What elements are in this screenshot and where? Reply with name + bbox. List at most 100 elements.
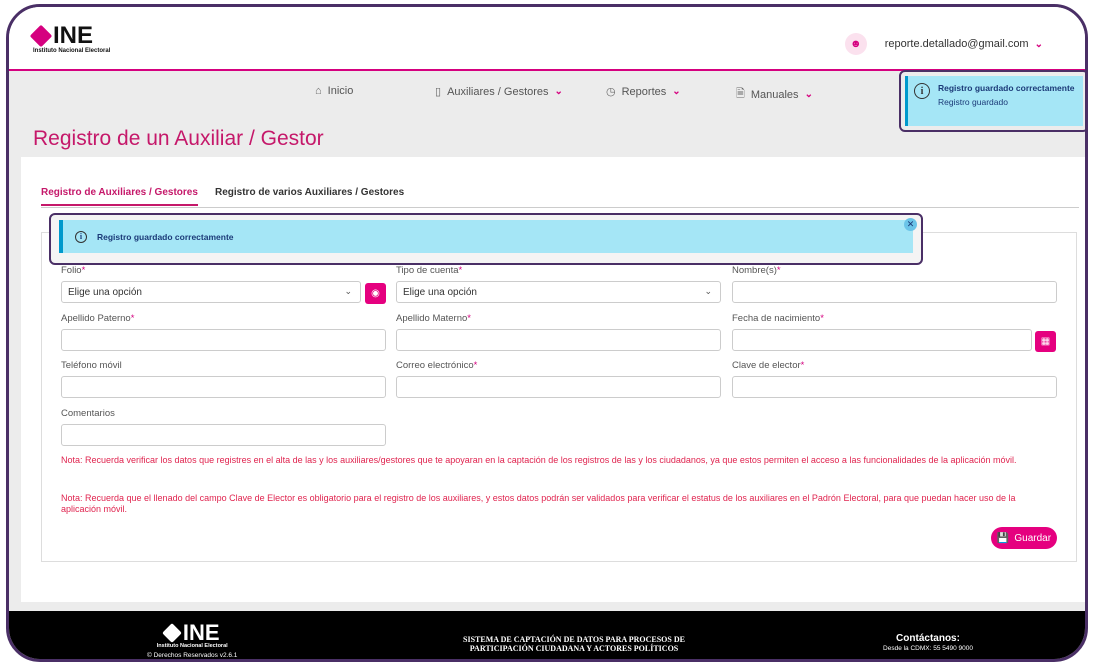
alert-container: i Registro guardado correctamente ✕ bbox=[49, 213, 923, 265]
nav-item-manuales[interactable]: 🗎 Manuales ⌄ bbox=[736, 85, 813, 104]
user-menu[interactable]: ☻ reporte.detallado@gmail.com ⌄ bbox=[844, 33, 1043, 55]
nombre-input[interactable] bbox=[732, 281, 1057, 303]
required-mark: * bbox=[473, 360, 478, 371]
nav-label: Inicio bbox=[327, 85, 354, 97]
comentarios-input[interactable] bbox=[61, 424, 386, 446]
chevron-down-icon: ⌄ bbox=[344, 286, 352, 296]
toast-notification: i Registro guardado correctamente Regist… bbox=[899, 70, 1085, 132]
apellido-paterno-field: Apellido Paterno* bbox=[61, 313, 386, 351]
clave-elector-field: Clave de elector* bbox=[732, 360, 1057, 398]
tab-bar: Registro de Auxiliares / Gestores Regist… bbox=[41, 184, 1079, 208]
footer-contact-phone: Desde la CDMX: 55 5490 9000 bbox=[883, 645, 973, 652]
required-mark: * bbox=[130, 313, 135, 324]
tab-registro-auxiliares[interactable]: Registro de Auxiliares / Gestores bbox=[41, 187, 198, 206]
info-icon: i bbox=[75, 230, 87, 243]
fecha-nacimiento-input[interactable] bbox=[732, 329, 1032, 351]
nav-label: Manuales bbox=[750, 88, 799, 101]
required-mark: * bbox=[820, 313, 824, 324]
apellido-materno-input[interactable] bbox=[396, 329, 721, 351]
folio-value: Elige una opción bbox=[68, 287, 142, 298]
nombre-label: Nombre(s) bbox=[732, 265, 777, 276]
apellido-materno-label: Apellido Materno bbox=[396, 313, 468, 324]
footer-system-line1: SISTEMA DE CAPTACIÓN DE DATOS PARA PROCE… bbox=[463, 635, 685, 644]
floppy-icon: 💾 bbox=[996, 532, 1010, 544]
nav-item-auxiliares[interactable]: ▯ Auxiliares / Gestores ⌄ bbox=[435, 85, 563, 99]
footer-contact: Contáctanos: Desde la CDMX: 55 5490 9000 bbox=[883, 633, 973, 652]
eye-icon[interactable]: ◉ bbox=[365, 283, 386, 304]
ine-diamond-icon bbox=[161, 623, 182, 643]
comentarios-field: Comentarios bbox=[61, 408, 386, 446]
fecha-nacimiento-label: Fecha de nacimiento bbox=[732, 313, 821, 324]
required-mark: * bbox=[81, 265, 86, 276]
clave-elector-label: Clave de elector bbox=[732, 360, 801, 371]
note-clave-elector: Nota: Recuerda que el llenado del campo … bbox=[61, 493, 1016, 514]
chevron-down-icon: ⌄ bbox=[672, 86, 681, 97]
folio-select[interactable]: Elige una opción ⌄ bbox=[61, 281, 361, 303]
telefono-input[interactable] bbox=[61, 376, 386, 398]
folio-field: Folio* Elige una opción ⌄ ◉ bbox=[61, 265, 386, 304]
footer-system-name: SISTEMA DE CAPTACIÓN DE DATOS PARA PROCE… bbox=[434, 635, 714, 653]
nombre-field: Nombre(s)* bbox=[732, 265, 1057, 303]
tab-registro-varios[interactable]: Registro de varios Auxiliares / Gestores bbox=[215, 187, 404, 204]
nav-item-reportes[interactable]: ◷ Reportes ⌄ bbox=[606, 85, 681, 99]
footer-logo-text: INE bbox=[182, 620, 220, 645]
ine-logo[interactable]: INE Instituto Nacional Electoral bbox=[29, 22, 111, 54]
footer-contact-title: Contáctanos: bbox=[896, 633, 960, 644]
logo-subtitle: Instituto Nacional Electoral bbox=[33, 48, 111, 54]
clock-icon: ◷ bbox=[606, 86, 616, 98]
fecha-nacimiento-field: Fecha de nacimiento* ▦ bbox=[732, 313, 1057, 352]
nav-label: Auxiliares / Gestores bbox=[447, 85, 549, 98]
tipo-cuenta-select[interactable]: Elige una opción ⌄ bbox=[396, 281, 721, 303]
comentarios-label: Comentarios bbox=[61, 408, 115, 419]
chevron-down-icon: ⌄ bbox=[704, 286, 712, 296]
logo-text: INE bbox=[53, 22, 94, 49]
clave-elector-input[interactable] bbox=[732, 376, 1057, 398]
apellido-paterno-label: Apellido Paterno bbox=[61, 313, 131, 324]
footer-system-line2: PARTICIPACIÓN CIUDADANA Y ACTORES POLÍTI… bbox=[469, 644, 679, 653]
tipo-cuenta-field: Tipo de cuenta* Elige una opción ⌄ bbox=[396, 265, 721, 303]
telefono-label: Teléfono móvil bbox=[61, 360, 122, 371]
toast-message: Registro guardado bbox=[938, 97, 1008, 107]
header: INE Instituto Nacional Electoral ☻ repor… bbox=[9, 7, 1085, 71]
user-icon[interactable]: ☻ bbox=[844, 33, 867, 55]
nav-item-inicio[interactable]: ⌂ Inicio bbox=[315, 85, 353, 97]
chevron-down-icon: ⌄ bbox=[554, 86, 563, 97]
nav-label: Reportes bbox=[621, 85, 667, 98]
home-icon: ⌂ bbox=[315, 85, 322, 97]
alert-message: Registro guardado correctamente bbox=[97, 231, 234, 242]
telefono-field: Teléfono móvil bbox=[61, 360, 386, 398]
close-icon[interactable]: ✕ bbox=[904, 218, 917, 231]
document-icon: 🗎 bbox=[736, 88, 745, 100]
note-verificar: Nota: Recuerda verificar los datos que r… bbox=[61, 455, 1017, 465]
success-alert: i Registro guardado correctamente bbox=[59, 220, 913, 253]
apellido-materno-field: Apellido Materno* bbox=[396, 313, 721, 351]
save-label: Guardar bbox=[1014, 532, 1052, 544]
form-card: Registro de Auxiliares / Gestores Regist… bbox=[21, 157, 1085, 602]
ine-diamond-icon bbox=[29, 24, 53, 48]
footer-logo: INE Instituto Nacional Electoral © Derec… bbox=[147, 620, 238, 660]
save-button[interactable]: 💾 Guardar bbox=[991, 527, 1057, 549]
footer: INE Instituto Nacional Electoral © Derec… bbox=[9, 611, 1085, 659]
footer-rights: © Derechos Reservados v2.6.1 bbox=[147, 652, 238, 659]
required-mark: * bbox=[800, 360, 805, 371]
required-mark: * bbox=[467, 313, 471, 324]
info-icon: i bbox=[914, 83, 930, 99]
correo-input[interactable] bbox=[396, 376, 721, 398]
tipo-cuenta-value: Elige una opción bbox=[403, 287, 477, 298]
tablet-icon: ▯ bbox=[435, 86, 442, 98]
correo-label: Correo electrónico bbox=[396, 360, 474, 371]
calendar-icon[interactable]: ▦ bbox=[1035, 331, 1056, 352]
app-frame: INE Instituto Nacional Electoral ☻ repor… bbox=[6, 4, 1088, 662]
user-email[interactable]: reporte.detallado@gmail.com bbox=[885, 38, 1029, 50]
footer-logo-subtitle: Instituto Nacional Electoral bbox=[156, 643, 228, 649]
required-mark: * bbox=[776, 265, 781, 276]
chevron-down-icon[interactable]: ⌄ bbox=[1035, 39, 1043, 50]
tipo-cuenta-label: Tipo de cuenta bbox=[396, 265, 459, 276]
page-title: Registro de un Auxiliar / Gestor bbox=[33, 127, 324, 150]
folio-label: Folio bbox=[61, 265, 82, 276]
toast-title: Registro guardado correctamente bbox=[938, 83, 1075, 93]
correo-field: Correo electrónico* bbox=[396, 360, 721, 398]
required-mark: * bbox=[458, 265, 463, 276]
apellido-paterno-input[interactable] bbox=[61, 329, 386, 351]
chevron-down-icon: ⌄ bbox=[804, 89, 813, 100]
